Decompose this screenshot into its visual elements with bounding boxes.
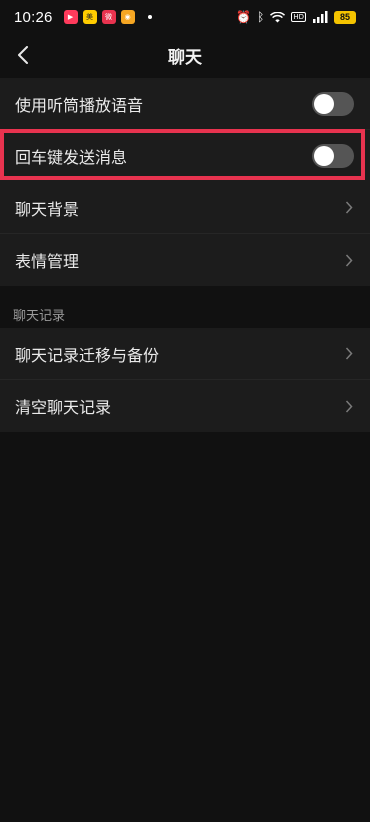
chevron-right-icon	[344, 253, 354, 267]
alarm-icon: ⏰	[236, 10, 252, 24]
appearance-settings-group: 聊天背景 表情管理	[0, 182, 370, 286]
status-time: 10:26	[14, 8, 53, 26]
chevron-right-icon	[344, 347, 354, 361]
chat-background-label: 聊天背景	[15, 199, 80, 219]
sticker-management-row[interactable]: 表情管理	[0, 234, 370, 286]
navigation-bar: 聊天	[0, 34, 370, 76]
weibo-red-app-icon: 微	[101, 10, 116, 24]
enter-to-send-row: 回车键发送消息	[0, 130, 370, 182]
chevron-right-icon	[344, 201, 354, 215]
status-icons: ⏰ ᛒ HD 85	[236, 10, 356, 24]
toggle-knob	[314, 146, 334, 166]
meituan-app-icon: 美	[82, 10, 97, 24]
voice-playback-toggle[interactable]	[312, 91, 354, 116]
chevron-left-icon	[18, 46, 28, 64]
back-button[interactable]	[8, 40, 38, 70]
message-settings-group: 使用听筒播放语音 回车键发送消息	[0, 78, 370, 182]
signal-icon	[313, 11, 328, 23]
enter-to-send-label: 回车键发送消息	[15, 148, 128, 167]
migrate-backup-row[interactable]: 聊天记录迁移与备份	[0, 328, 370, 380]
chat-history-section-header: 聊天记录	[13, 309, 66, 324]
bluetooth-icon: ᛒ	[257, 10, 265, 24]
status-bar: 10:26 ▶ 美 微 ◉ ⏰ ᛒ HD 85	[0, 0, 370, 34]
wifi-icon	[270, 11, 286, 22]
more-notifications-dot	[147, 15, 152, 19]
chevron-right-icon	[344, 399, 354, 413]
video-app-icon: ▶	[63, 10, 78, 24]
enter-to-send-toggle[interactable]	[312, 144, 354, 168]
chat-background-row[interactable]: 聊天背景	[0, 182, 370, 234]
clear-history-label: 清空聊天记录	[15, 398, 112, 417]
page-title: 聊天	[168, 47, 202, 68]
voice-playback-row: 使用听筒播放语音	[0, 78, 370, 130]
toggle-knob	[314, 93, 334, 114]
hd-badge: HD	[291, 12, 306, 22]
notification-icons: ▶ 美 微 ◉	[63, 10, 152, 24]
battery-indicator: 85	[334, 10, 356, 24]
chat-history-group: 聊天记录迁移与备份 清空聊天记录	[0, 328, 370, 432]
voice-playback-label: 使用听筒播放语音	[15, 95, 144, 115]
migrate-backup-label: 聊天记录迁移与备份	[15, 345, 160, 365]
clear-history-row[interactable]: 清空聊天记录	[0, 380, 370, 432]
sticker-management-label: 表情管理	[15, 252, 80, 271]
weibo-app-icon: ◉	[120, 10, 135, 24]
